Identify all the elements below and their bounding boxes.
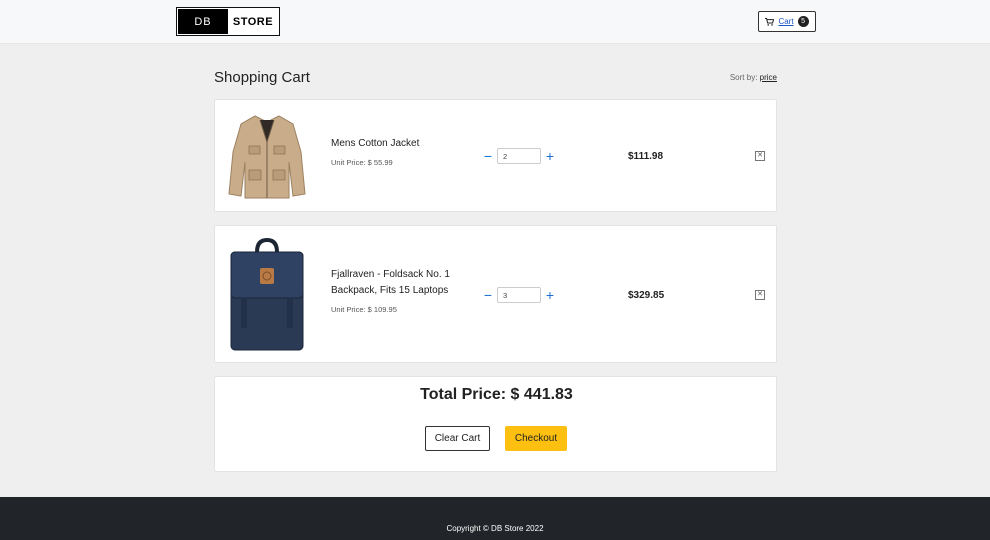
quantity-stepper: − + <box>483 287 555 303</box>
store-logo[interactable]: DB STORE <box>176 7 280 36</box>
remove-item-icon[interactable]: ✕ <box>755 290 765 300</box>
quantity-stepper: − + <box>483 148 555 164</box>
quantity-input[interactable] <box>497 287 541 303</box>
product-image-jacket <box>228 115 306 199</box>
checkout-button[interactable]: Checkout <box>505 426 567 451</box>
line-total: $111.98 <box>628 151 664 162</box>
sort-control: Sort by: price <box>730 73 777 82</box>
total-price: Total Price: $ 441.83 <box>420 386 573 403</box>
cart-summary: Total Price: $ 441.83 Clear Cart Checkou… <box>214 376 777 472</box>
cart-icon <box>765 17 775 26</box>
product-name[interactable]: Fjallraven - Foldsack No. 1 Backpack, Fi… <box>331 267 471 299</box>
remove-item-icon[interactable]: ✕ <box>755 151 765 161</box>
clear-cart-button[interactable]: Clear Cart <box>425 426 490 451</box>
line-total: $329.85 <box>628 290 665 301</box>
decrease-quantity-button[interactable]: − <box>483 149 493 163</box>
cart-button[interactable]: Cart 5 <box>758 11 816 32</box>
product-name[interactable]: Mens Cotton Jacket <box>331 136 471 152</box>
sort-prefix: Sort by: <box>729 73 758 82</box>
quantity-input[interactable] <box>497 148 541 164</box>
cart-item: Fjallraven - Foldsack No. 1 Backpack, Fi… <box>214 225 777 363</box>
top-navbar: DB STORE Cart 5 <box>0 0 990 44</box>
unit-price: Unit Price: $ 109.95 <box>331 305 397 314</box>
footer: Copyright © DB Store 2022 <box>0 497 990 540</box>
unit-price: Unit Price: $ 55.99 <box>331 158 393 167</box>
cart-item: Mens Cotton Jacket Unit Price: $ 55.99 −… <box>214 99 777 212</box>
cart-count-badge: 5 <box>797 16 809 27</box>
product-image-backpack <box>230 237 304 351</box>
sort-by-link[interactable]: price <box>760 73 777 82</box>
decrease-quantity-button[interactable]: − <box>483 288 493 302</box>
increase-quantity-button[interactable]: + <box>545 149 555 163</box>
logo-store-text: STORE <box>232 15 274 28</box>
page-title: Shopping Cart <box>214 69 310 86</box>
cart-label: Cart <box>778 17 794 26</box>
copyright-text: Copyright © DB Store 2022 <box>446 524 544 533</box>
logo-db-text: DB <box>178 9 228 34</box>
increase-quantity-button[interactable]: + <box>545 288 555 302</box>
